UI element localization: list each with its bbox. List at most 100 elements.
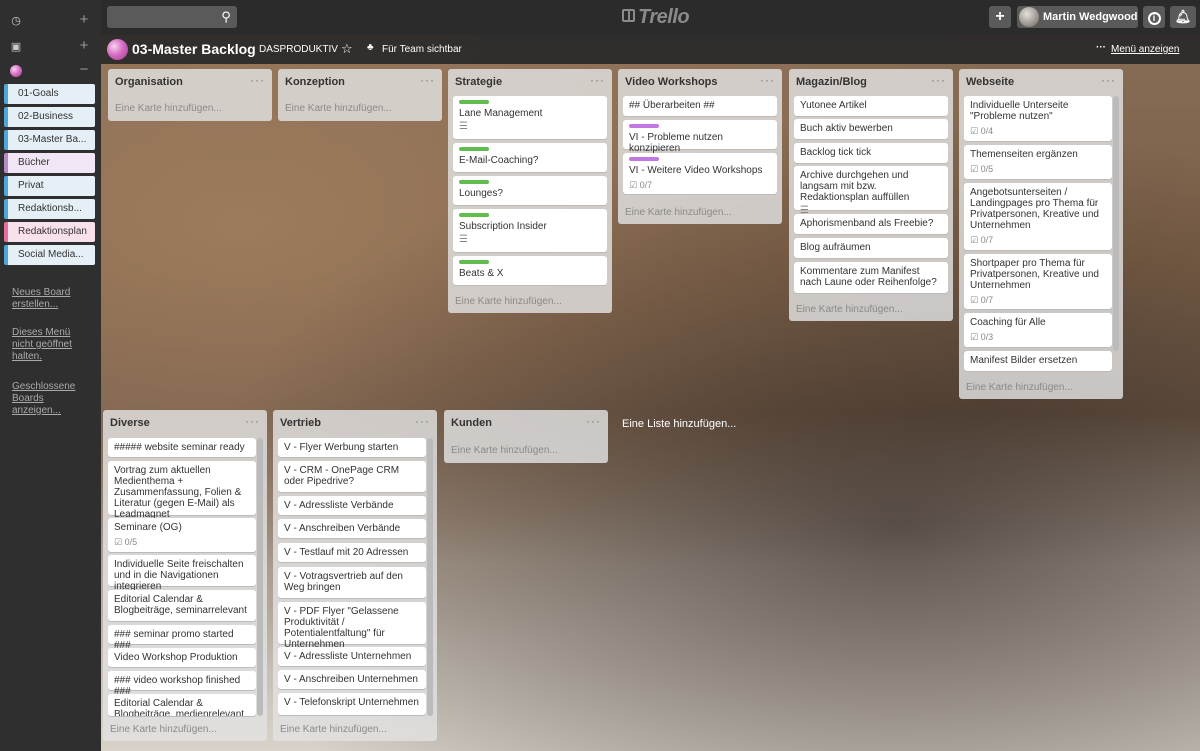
info-button[interactable]: i bbox=[1143, 6, 1165, 28]
card[interactable]: V - PDF Flyer "Gelassene Produktivität /… bbox=[278, 602, 426, 650]
list-menu-icon[interactable]: ··· bbox=[931, 73, 946, 87]
card[interactable]: Seminare (OG) ☑ 0/5 bbox=[108, 518, 256, 552]
add-card-button[interactable]: Eine Karte hinzufügen... bbox=[115, 103, 222, 114]
list-menu-icon[interactable]: ··· bbox=[590, 73, 605, 87]
board-team[interactable]: DASPRODUKTIV bbox=[259, 44, 338, 55]
sidebar-new-board-link[interactable]: Neues Board erstellen... bbox=[12, 287, 94, 311]
search-box[interactable]: ⚲ bbox=[107, 6, 237, 28]
card[interactable]: Yutonee Artikel bbox=[794, 96, 948, 116]
card[interactable]: Kommentare zum Manifest nach Laune oder … bbox=[794, 262, 948, 293]
list-title[interactable]: Video Workshops bbox=[625, 76, 718, 88]
card[interactable]: Shortpaper pro Thema für Privatpersonen,… bbox=[964, 254, 1112, 309]
card[interactable]: VI - Probleme nutzen konzipieren bbox=[623, 120, 777, 154]
star-icon[interactable]: ☆ bbox=[341, 41, 353, 57]
list-menu-icon[interactable]: ··· bbox=[1101, 73, 1116, 87]
card[interactable]: Themenseiten ergänzen ☑ 0/5 bbox=[964, 145, 1112, 179]
list-menu-icon[interactable]: ··· bbox=[245, 414, 260, 428]
card[interactable]: V - Votragsvertrieb auf den Weg bringen bbox=[278, 567, 426, 598]
card[interactable]: Beats & X bbox=[453, 256, 607, 285]
card[interactable]: Subscription Insider ☰ bbox=[453, 209, 607, 252]
list-title[interactable]: Kunden bbox=[451, 417, 492, 429]
show-menu-link[interactable]: Menü anzeigen bbox=[1111, 44, 1179, 55]
list-title[interactable]: Organisation bbox=[115, 76, 183, 88]
magnifier-icon[interactable]: ⚲ bbox=[217, 8, 235, 26]
user-menu-button[interactable]: Martin Wedgwood bbox=[1017, 6, 1138, 28]
card[interactable]: Individuelle Seite freischalten und in d… bbox=[108, 555, 256, 592]
card[interactable]: Archive durchgehen und langsam mit bzw. … bbox=[794, 166, 948, 216]
card[interactable]: V - Adressliste Unternehmen bbox=[278, 647, 426, 666]
card[interactable]: V - Anschreiben Verbände bbox=[278, 519, 426, 538]
add-card-button[interactable]: Eine Karte hinzufügen... bbox=[280, 724, 387, 735]
list-title[interactable]: Konzeption bbox=[285, 76, 345, 88]
list-menu-icon[interactable]: ··· bbox=[586, 414, 601, 428]
sidebar-org-row[interactable]: − bbox=[0, 61, 101, 81]
card[interactable]: V - CRM - OnePage CRM oder Pipedrive? bbox=[278, 461, 426, 492]
trello-logo[interactable]: Trello bbox=[622, 6, 690, 28]
list-menu-icon[interactable]: ··· bbox=[250, 73, 265, 87]
list-menu-icon[interactable]: ··· bbox=[760, 73, 775, 87]
card[interactable]: Buch aktiv bewerben bbox=[794, 119, 948, 139]
plus-icon[interactable]: + bbox=[77, 38, 91, 54]
list-scrollbar[interactable] bbox=[1113, 96, 1119, 351]
board-title[interactable]: 03-Master Backlog bbox=[132, 41, 256, 57]
sidebar-boards-row[interactable]: ▣ + bbox=[0, 37, 101, 57]
add-card-button[interactable]: Eine Karte hinzufügen... bbox=[285, 103, 392, 114]
add-list-button[interactable]: Eine Liste hinzufügen... bbox=[622, 418, 736, 430]
card[interactable]: Lane Management ☰ bbox=[453, 96, 607, 139]
card[interactable]: Aphorismenband als Freebie? bbox=[794, 214, 948, 234]
list-title[interactable]: Magazin/Blog bbox=[796, 76, 867, 88]
card[interactable]: Coaching für Alle ☑ 0/3 bbox=[964, 313, 1112, 347]
notifications-button[interactable]: 🔔︎ bbox=[1170, 6, 1196, 28]
list-title[interactable]: Vertrieb bbox=[280, 417, 321, 429]
add-card-button[interactable]: Eine Karte hinzufügen... bbox=[455, 296, 562, 307]
sidebar-board-redaktionsb[interactable]: Redaktionsb... bbox=[4, 199, 95, 219]
card[interactable]: Individuelle Unterseite "Probleme nutzen… bbox=[964, 96, 1112, 141]
sidebar-board-buecher[interactable]: Bücher bbox=[4, 153, 95, 173]
list-title[interactable]: Strategie bbox=[455, 76, 502, 88]
card[interactable]: Angebotsunterseiten / Landingpages pro T… bbox=[964, 183, 1112, 250]
card[interactable]: E-Mail-Coaching? bbox=[453, 143, 607, 172]
card[interactable]: ### seminar promo started ### bbox=[108, 625, 256, 651]
sidebar-board-03-master[interactable]: 03-Master Ba... bbox=[4, 130, 95, 150]
board-visibility[interactable]: Für Team sichtbar bbox=[382, 44, 462, 55]
card[interactable]: Video Workshop Produktion bbox=[108, 648, 256, 667]
card[interactable]: VI - Weitere Video Workshops ☑ 0/7 bbox=[623, 153, 777, 194]
add-card-button[interactable]: Eine Karte hinzufügen... bbox=[966, 382, 1073, 393]
list-title[interactable]: Webseite bbox=[966, 76, 1014, 88]
card[interactable]: ## Überarbeiten ## bbox=[623, 96, 777, 116]
sidebar-board-redaktionsplan[interactable]: Redaktionsplan bbox=[4, 222, 95, 242]
sidebar-board-privat[interactable]: Privat bbox=[4, 176, 95, 196]
card[interactable]: V - Adressliste Verbände bbox=[278, 496, 426, 515]
add-card-button[interactable]: Eine Karte hinzufügen... bbox=[625, 207, 732, 218]
minus-icon[interactable]: − bbox=[77, 62, 91, 78]
sidebar-board-01-goals[interactable]: 01-Goals bbox=[4, 84, 95, 104]
sidebar-closed-boards-link[interactable]: Geschlossene Boards anzeigen... bbox=[12, 381, 94, 417]
card[interactable]: Editorial Calendar & Blogbeiträge, semin… bbox=[108, 590, 256, 621]
list-title[interactable]: Diverse bbox=[110, 417, 150, 429]
card[interactable]: Backlog tick tick bbox=[794, 143, 948, 163]
card[interactable]: V - Telefonskript Unternehmen bbox=[278, 693, 426, 715]
card[interactable]: V - Testlauf mit 20 Adressen bbox=[278, 543, 426, 562]
card[interactable]: ##### website seminar ready bbox=[108, 438, 256, 457]
sidebar-board-social-media[interactable]: Social Media... bbox=[4, 245, 95, 265]
list-menu-icon[interactable]: ··· bbox=[415, 414, 430, 428]
card[interactable]: V - Flyer Werbung starten bbox=[278, 438, 426, 457]
sidebar-board-02-business[interactable]: 02-Business bbox=[4, 107, 95, 127]
list-scrollbar[interactable] bbox=[257, 438, 263, 716]
add-card-button[interactable]: Eine Karte hinzufügen... bbox=[451, 445, 558, 456]
list-menu-icon[interactable]: ··· bbox=[420, 73, 435, 87]
card[interactable]: ### video workshop finished ### bbox=[108, 671, 256, 697]
add-card-button[interactable]: Eine Karte hinzufügen... bbox=[796, 304, 903, 315]
card[interactable]: Manifest Bilder ersetzen bbox=[964, 351, 1112, 371]
sidebar-keep-menu-link[interactable]: Dieses Menü nicht geöffnet halten. bbox=[12, 327, 94, 363]
card[interactable]: Lounges? bbox=[453, 176, 607, 205]
card[interactable]: Vortrag zum aktuellen Medienthema + Zusa… bbox=[108, 461, 256, 520]
card[interactable]: Blog aufräumen bbox=[794, 238, 948, 258]
sidebar-recent-row[interactable]: ◷ + bbox=[0, 11, 101, 31]
add-card-button[interactable]: Eine Karte hinzufügen... bbox=[110, 724, 217, 735]
add-button[interactable]: + bbox=[989, 6, 1011, 28]
card[interactable]: V - Anschreiben Unternehmen bbox=[278, 670, 426, 689]
card[interactable]: Editorial Calendar & Blogbeiträge, medie… bbox=[108, 694, 256, 716]
list-scrollbar[interactable] bbox=[427, 438, 433, 716]
search-input[interactable] bbox=[107, 6, 215, 28]
